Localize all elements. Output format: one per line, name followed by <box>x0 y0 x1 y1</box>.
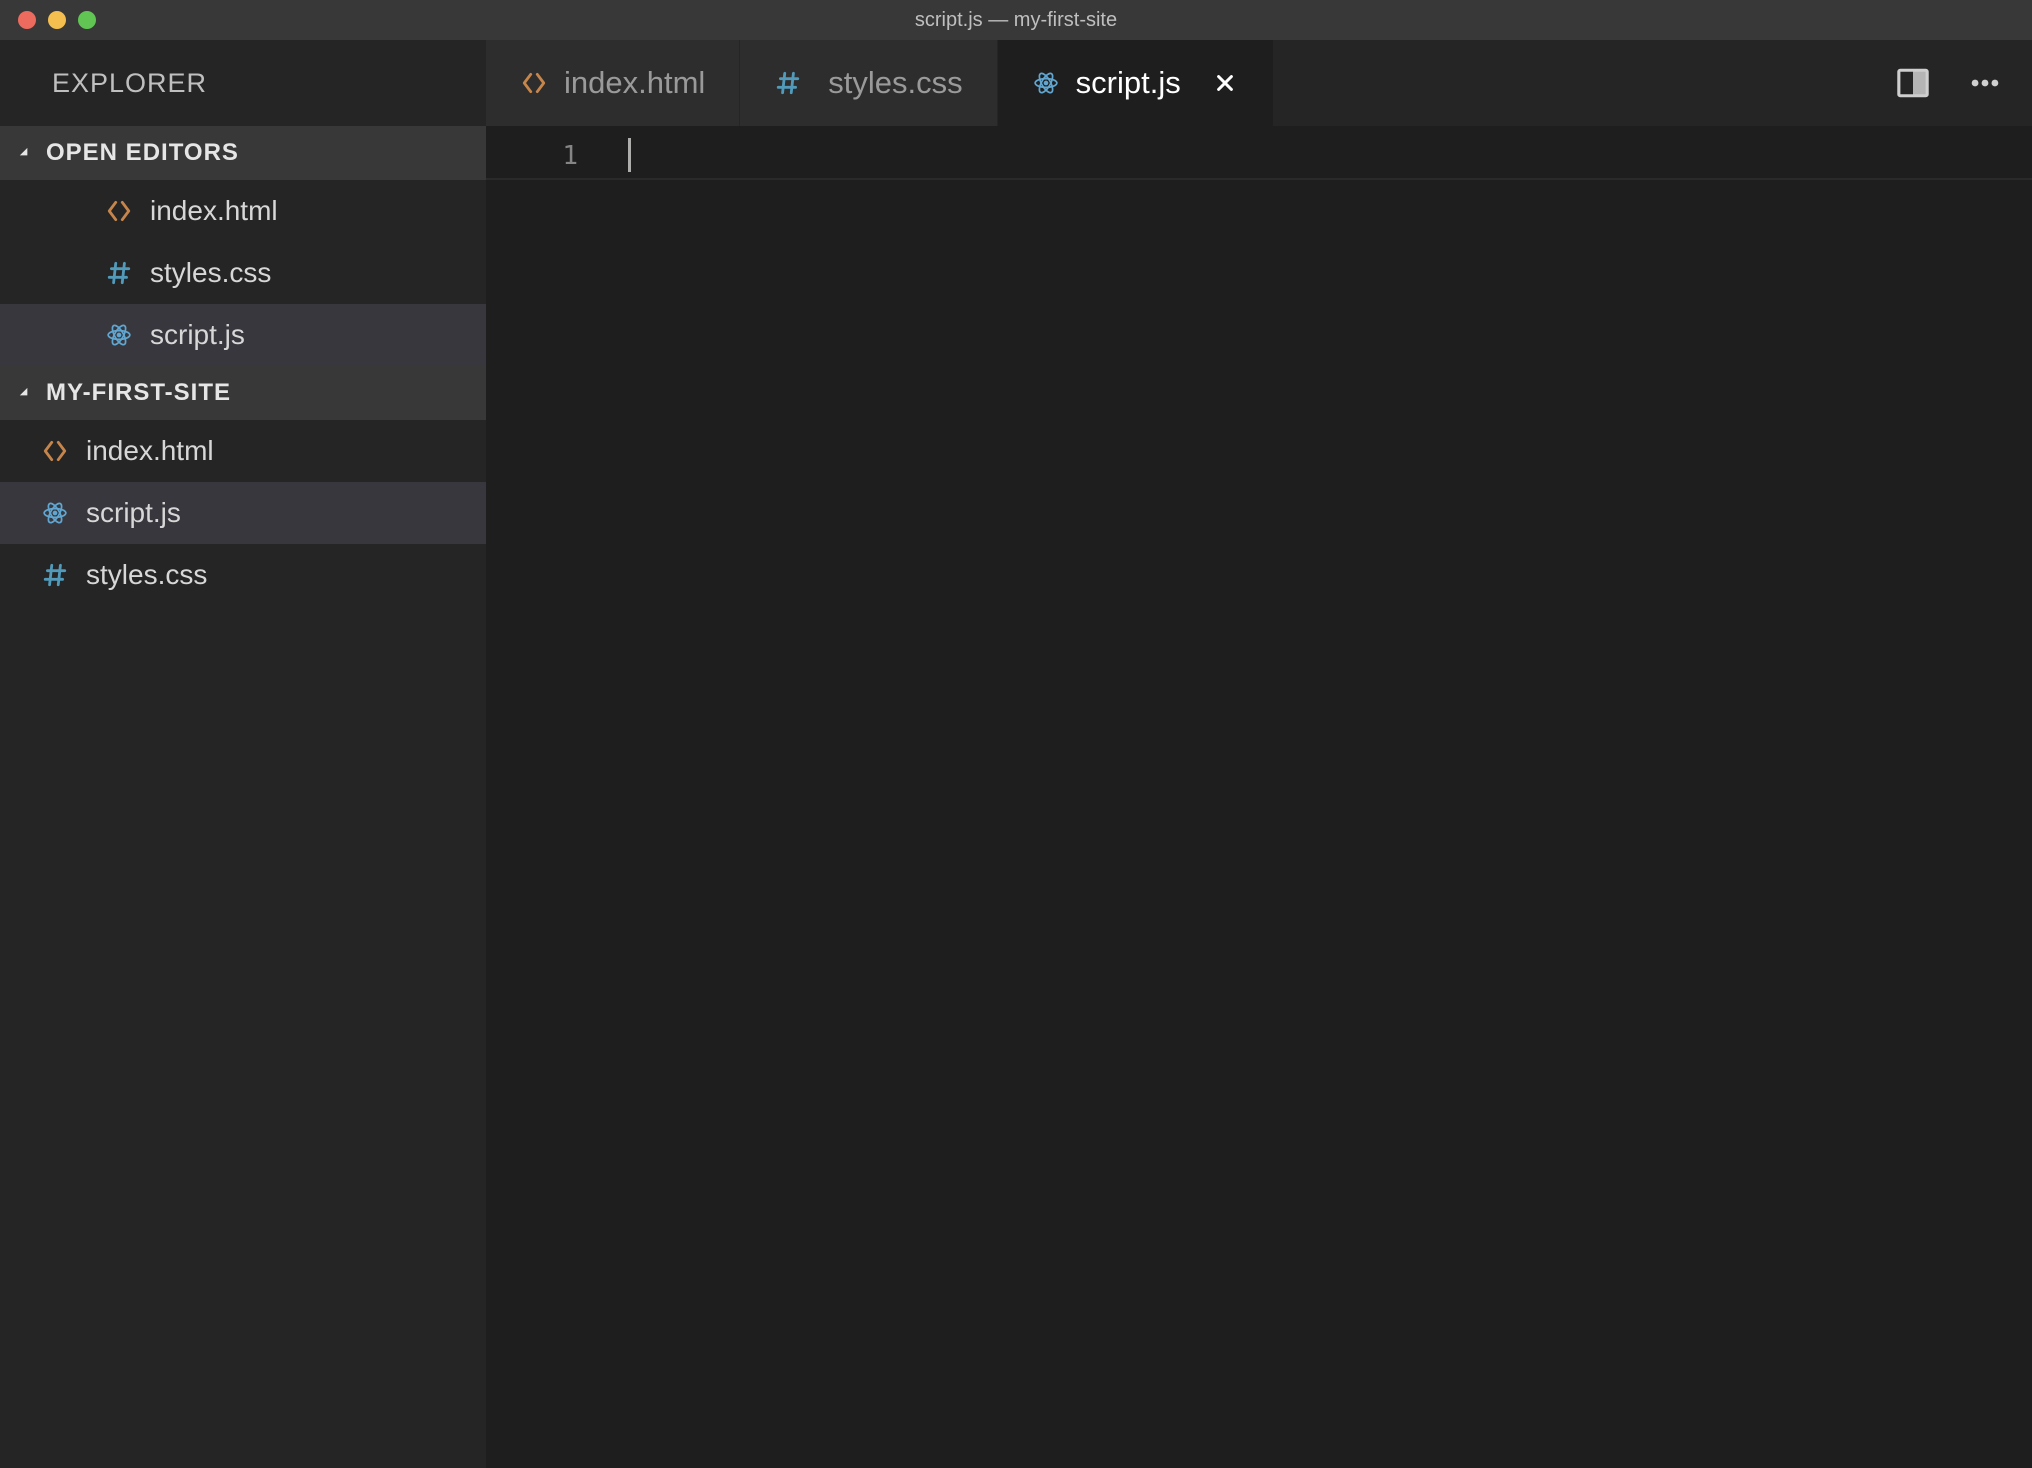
react-atom-icon <box>40 498 70 528</box>
folder-tree: index.html script.js styles.css <box>0 420 486 606</box>
tab-index-html[interactable]: index.html <box>486 40 740 126</box>
minimize-window-button[interactable] <box>48 11 66 29</box>
open-editor-label: script.js <box>150 319 245 351</box>
tab-label: index.html <box>564 65 705 101</box>
titlebar: script.js — my-first-site <box>0 0 2032 40</box>
file-script-js[interactable]: script.js <box>0 482 486 544</box>
html-bracket-icon <box>104 196 134 226</box>
file-index-html[interactable]: index.html <box>0 420 486 482</box>
close-window-button[interactable] <box>18 11 36 29</box>
html-bracket-icon <box>40 436 70 466</box>
editor-body[interactable]: 1 <box>486 126 2032 1468</box>
line-number: 1 <box>486 136 626 176</box>
split-editor-button[interactable] <box>1894 64 1932 102</box>
more-actions-button[interactable] <box>1966 64 2004 102</box>
open-editor-script-js[interactable]: script.js <box>0 304 486 366</box>
text-cursor <box>628 138 631 172</box>
html-bracket-icon <box>520 69 548 97</box>
open-editors-header[interactable]: OPEN EDITORS <box>0 126 486 180</box>
window-title: script.js — my-first-site <box>0 9 2032 32</box>
tab-styles-css[interactable]: styles.css <box>740 40 997 126</box>
code-area[interactable] <box>626 126 2032 1468</box>
open-editor-label: styles.css <box>150 257 271 289</box>
open-editor-styles-css[interactable]: styles.css <box>0 242 486 304</box>
explorer-sidebar: EXPLORER OPEN EDITORS index.html styles.… <box>0 40 486 1468</box>
hash-icon <box>104 258 134 288</box>
tab-label: script.js <box>1076 65 1181 101</box>
vscode-window: script.js — my-first-site EXPLORER OPEN … <box>0 0 2032 1468</box>
file-styles-css[interactable]: styles.css <box>0 544 486 606</box>
close-icon[interactable] <box>1211 69 1239 97</box>
react-atom-icon <box>104 320 134 350</box>
editor-region: index.html styles.css script.js <box>486 40 2032 1468</box>
editor-actions <box>1894 40 2032 126</box>
tab-script-js[interactable]: script.js <box>998 40 1274 126</box>
hash-icon <box>40 560 70 590</box>
file-label: styles.css <box>86 559 207 591</box>
tab-label: styles.css <box>818 65 962 101</box>
line-number-gutter: 1 <box>486 126 626 1468</box>
folder-header[interactable]: MY-FIRST-SITE <box>0 366 486 420</box>
folder-label: MY-FIRST-SITE <box>46 379 231 407</box>
tabs-row: index.html styles.css script.js <box>486 40 2032 126</box>
sidebar-title: EXPLORER <box>0 40 486 126</box>
open-editors-label: OPEN EDITORS <box>46 139 239 167</box>
open-editor-label: index.html <box>150 195 278 227</box>
file-label: index.html <box>86 435 214 467</box>
workbench: EXPLORER OPEN EDITORS index.html styles.… <box>0 40 2032 1468</box>
chevron-down-icon <box>16 384 34 402</box>
hash-icon <box>774 69 802 97</box>
zoom-window-button[interactable] <box>78 11 96 29</box>
window-controls <box>0 11 96 29</box>
file-label: script.js <box>86 497 181 529</box>
chevron-down-icon <box>16 144 34 162</box>
react-atom-icon <box>1032 69 1060 97</box>
open-editor-index-html[interactable]: index.html <box>0 180 486 242</box>
